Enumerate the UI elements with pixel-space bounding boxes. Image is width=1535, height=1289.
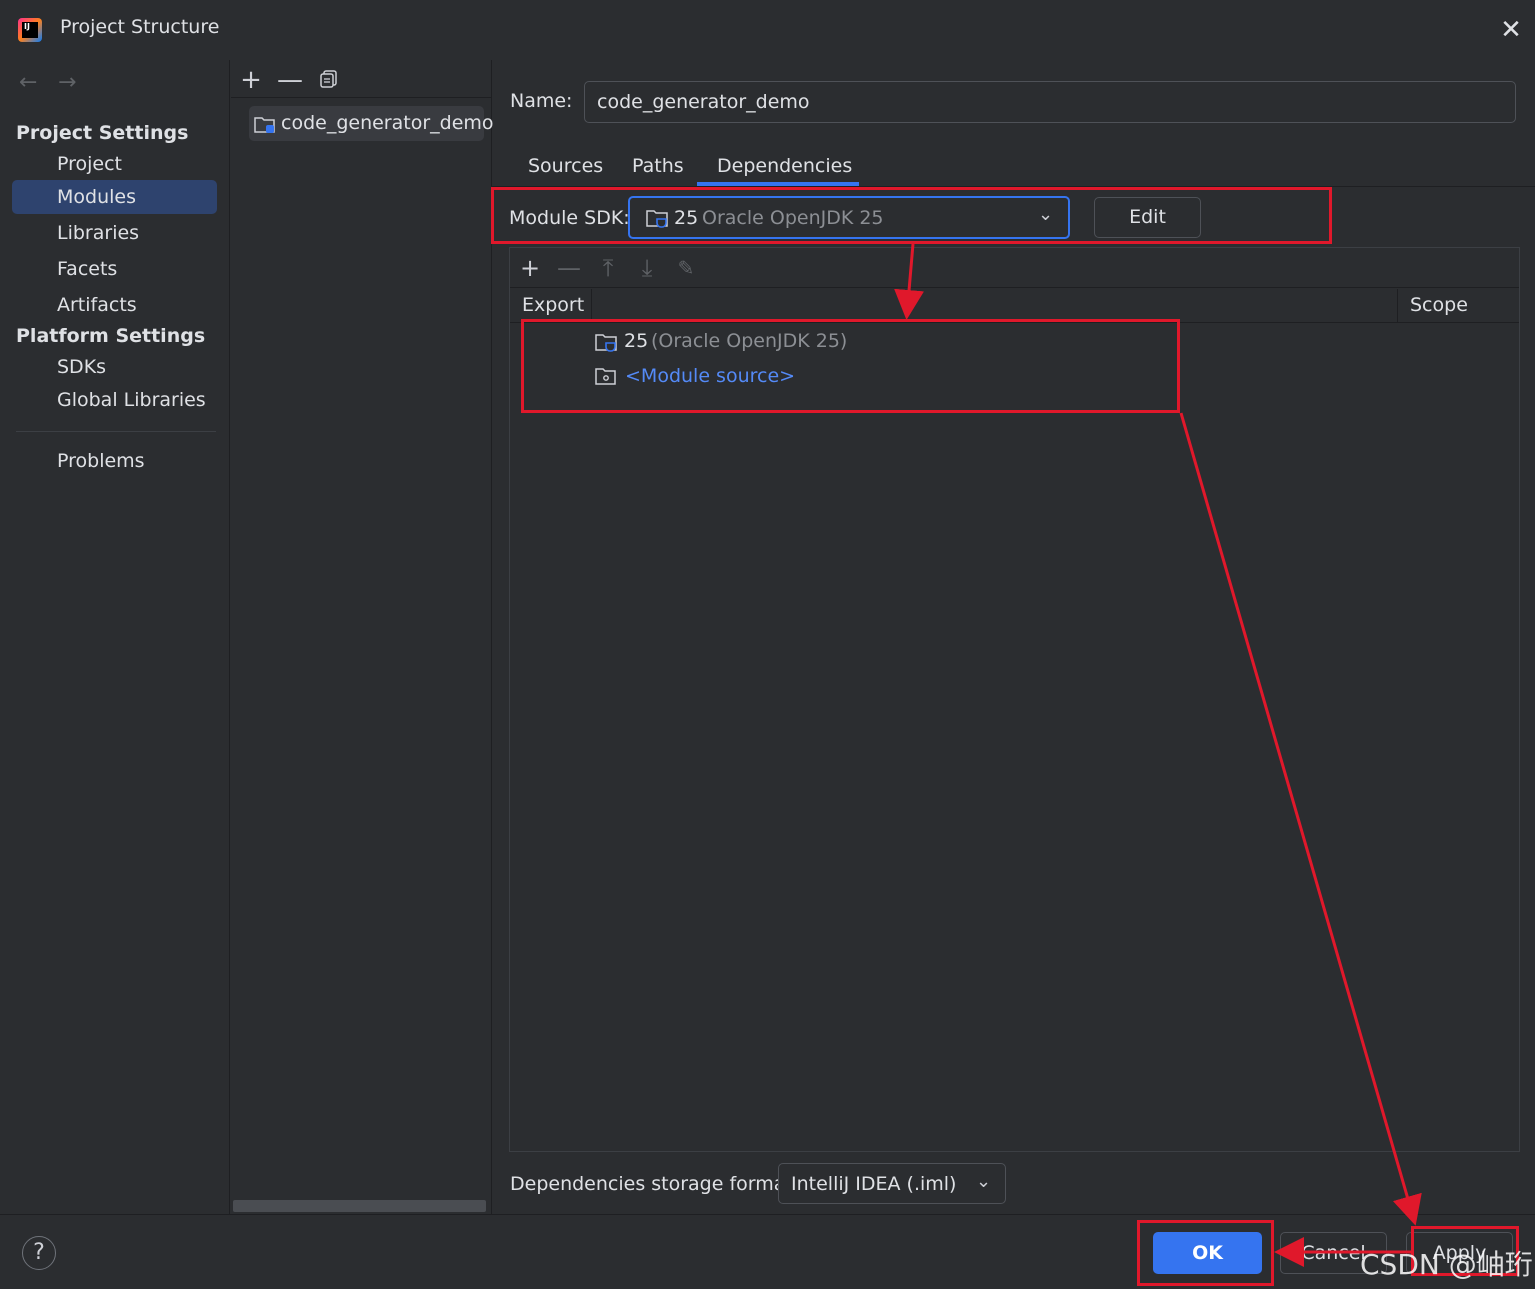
add-module-plus-icon[interactable]: + xyxy=(237,66,265,94)
scope-column-header[interactable]: Scope xyxy=(1410,294,1468,316)
footer-divider xyxy=(0,1214,1535,1215)
module-folder-icon xyxy=(254,114,276,139)
sidebar-item-sdks[interactable]: SDKs xyxy=(12,350,217,384)
title-bar xyxy=(0,0,1535,60)
remove-module-minus-icon[interactable]: — xyxy=(276,66,304,94)
sidebar-divider xyxy=(16,431,216,432)
module-item-label: code_generator_demo xyxy=(281,112,494,134)
dependencies-toolbar xyxy=(510,248,1519,288)
help-icon[interactable]: ? xyxy=(22,1236,56,1270)
back-arrow-icon[interactable]: ← xyxy=(19,70,37,95)
dependencies-header xyxy=(510,289,1519,323)
chevron-down-icon: ⌄ xyxy=(976,1171,992,1192)
window-title: Project Structure xyxy=(60,16,220,38)
remove-dependency-minus-icon[interactable]: — xyxy=(555,254,583,282)
storage-format-value: IntelliJ IDEA (.iml) xyxy=(791,1173,957,1195)
add-dependency-plus-icon[interactable]: + xyxy=(516,254,544,282)
sidebar-item-libraries[interactable]: Libraries xyxy=(12,216,217,250)
move-down-icon[interactable]: ⤓ xyxy=(633,254,661,282)
csdn-watermark: CSDN @岫珩 xyxy=(1360,1248,1533,1281)
module-list-panel xyxy=(231,60,492,1214)
module-name-input[interactable] xyxy=(584,81,1516,123)
name-label: Name: xyxy=(510,90,573,112)
close-icon[interactable]: ✕ xyxy=(1494,13,1528,47)
column-separator xyxy=(591,289,592,323)
intellij-logo-icon: IJ xyxy=(18,18,42,42)
project-settings-heading: Project Settings xyxy=(16,122,189,144)
sidebar-item-problems[interactable]: Problems xyxy=(12,444,217,478)
column-separator xyxy=(1397,289,1398,323)
move-up-icon[interactable]: ⤒ xyxy=(594,254,622,282)
tab-dependencies[interactable]: Dependencies xyxy=(717,155,852,177)
module-toolbar xyxy=(231,60,492,98)
edit-pencil-icon[interactable]: ✎ xyxy=(672,254,700,282)
forward-arrow-icon[interactable]: → xyxy=(58,70,76,95)
sidebar-item-facets[interactable]: Facets xyxy=(12,252,217,286)
annotation-box-sdk xyxy=(491,187,1332,244)
export-column-header[interactable]: Export xyxy=(522,294,584,316)
copy-module-icon[interactable] xyxy=(319,69,339,94)
sidebar-item-global-libraries[interactable]: Global Libraries xyxy=(12,383,217,417)
module-list-scrollbar[interactable] xyxy=(233,1200,486,1212)
sidebar-item-modules[interactable]: Modules xyxy=(12,180,217,214)
storage-format-label: Dependencies storage format: xyxy=(510,1173,800,1195)
platform-settings-heading: Platform Settings xyxy=(16,325,206,347)
sidebar-item-artifacts[interactable]: Artifacts xyxy=(12,288,217,322)
sidebar-item-project[interactable]: Project xyxy=(12,147,217,181)
tab-sources[interactable]: Sources xyxy=(528,155,603,177)
tab-paths[interactable]: Paths xyxy=(632,155,684,177)
annotation-box-dependencies xyxy=(521,319,1180,413)
annotation-box-ok xyxy=(1137,1220,1274,1286)
